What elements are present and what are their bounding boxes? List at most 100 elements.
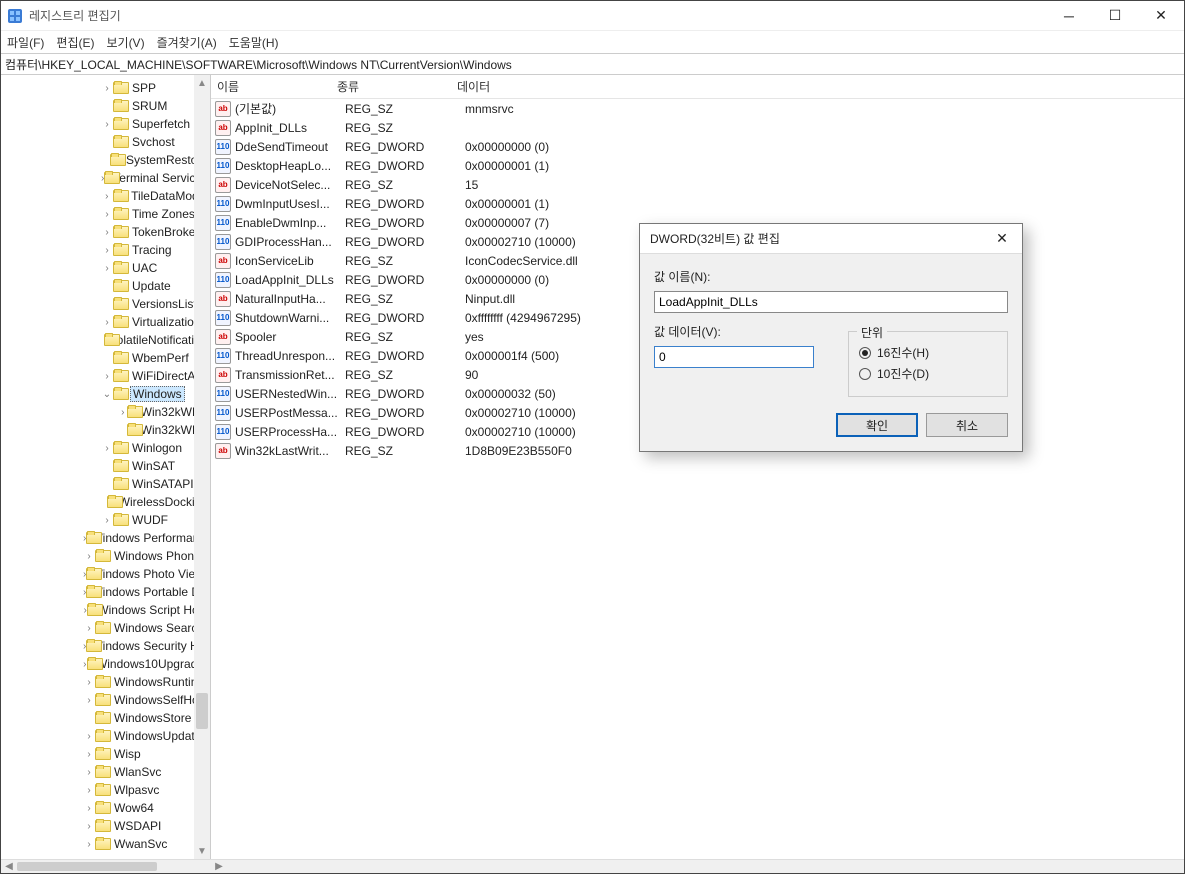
value-row[interactable]: abAppInit_DLLsREG_SZ [211, 118, 1184, 137]
header-type[interactable]: 종류 [331, 78, 451, 95]
tree-panel[interactable]: ›SPP›SRUM›Superfetch›Svchost›SystemResto… [1, 75, 211, 859]
chevron-right-icon[interactable]: › [83, 677, 95, 688]
tree-item[interactable]: ›UAC [1, 259, 210, 277]
chevron-right-icon[interactable]: › [101, 263, 113, 274]
chevron-right-icon[interactable]: › [101, 209, 113, 220]
chevron-right-icon[interactable]: › [101, 515, 113, 526]
dialog-close-button[interactable]: ✕ [982, 224, 1022, 254]
tree-item[interactable]: ›WinSATAPI [1, 475, 210, 493]
radio-hex[interactable]: 16진수(H) [859, 344, 997, 361]
chevron-right-icon[interactable]: › [83, 623, 95, 634]
menu-file[interactable]: 파일(F) [7, 34, 44, 51]
tree-item[interactable]: ›SystemRestore [1, 151, 210, 169]
maximize-button[interactable]: ☐ [1092, 1, 1138, 31]
tree-item[interactable]: ›Superfetch [1, 115, 210, 133]
tree-item[interactable]: ›WindowsStore [1, 709, 210, 727]
chevron-right-icon[interactable]: › [83, 785, 95, 796]
tree-item[interactable]: ›Windows10Upgrader [1, 655, 210, 673]
tree-item[interactable]: ›Windows Security Health [1, 637, 210, 655]
tree-item[interactable]: ›WlanSvc [1, 763, 210, 781]
value-row[interactable]: 110DwmInputUsesI...REG_DWORD0x00000001 (… [211, 194, 1184, 213]
tree-item[interactable]: ›Terminal Services [1, 169, 210, 187]
tree-item[interactable]: ›Windows Performance Toolkit [1, 529, 210, 547]
scroll-thumb[interactable] [196, 693, 208, 729]
tree-item[interactable]: ›WinSAT [1, 457, 210, 475]
tree-item[interactable]: ›Winlogon [1, 439, 210, 457]
chevron-right-icon[interactable]: › [101, 245, 113, 256]
scroll-right-icon[interactable]: ▶ [211, 860, 227, 873]
close-button[interactable]: ✕ [1138, 1, 1184, 31]
chevron-right-icon[interactable]: › [101, 317, 113, 328]
tree-item[interactable]: ›WSDAPI [1, 817, 210, 835]
ok-button[interactable]: 확인 [836, 413, 918, 437]
chevron-right-icon[interactable]: › [101, 227, 113, 238]
radio-dec[interactable]: 10진수(D) [859, 365, 997, 382]
chevron-right-icon[interactable]: › [83, 821, 95, 832]
menu-view[interactable]: 보기(V) [106, 34, 144, 51]
tree-item[interactable]: ›VolatileNotifications [1, 331, 210, 349]
chevron-right-icon[interactable]: › [83, 767, 95, 778]
tree-scrollbar[interactable]: ▲ ▼ [194, 75, 210, 859]
value-name-input[interactable] [654, 291, 1008, 313]
tree-item[interactable]: ›WindowsUpdate [1, 727, 210, 745]
chevron-right-icon[interactable]: › [83, 695, 95, 706]
chevron-right-icon[interactable]: › [83, 551, 95, 562]
tree-item[interactable]: ›Virtualization [1, 313, 210, 331]
tree-item[interactable]: ›Update [1, 277, 210, 295]
chevron-right-icon[interactable]: › [119, 407, 127, 418]
chevron-right-icon[interactable]: › [83, 749, 95, 760]
tree-item[interactable]: ›Tracing [1, 241, 210, 259]
list-panel[interactable]: 이름 종류 데이터 ab(기본값)REG_SZmnmsrvcabAppInit_… [211, 75, 1184, 859]
chevron-right-icon[interactable]: › [101, 119, 113, 130]
tree-item[interactable]: ›Windows Portable Devices [1, 583, 210, 601]
tree-item[interactable]: ›WwanSvc [1, 835, 210, 853]
scroll-left-icon[interactable]: ◀ [1, 860, 17, 873]
cancel-button[interactable]: 취소 [926, 413, 1008, 437]
tree-item[interactable]: ›Windows Script Host [1, 601, 210, 619]
minimize-button[interactable]: ─ [1046, 1, 1092, 31]
value-row[interactable]: 110DdeSendTimeoutREG_DWORD0x00000000 (0) [211, 137, 1184, 156]
value-row[interactable]: abDeviceNotSelec...REG_SZ15 [211, 175, 1184, 194]
horizontal-scrollbar[interactable]: ◀ ▶ [1, 859, 1184, 873]
hscroll-thumb[interactable] [17, 862, 157, 871]
tree-item[interactable]: ›VersionsList [1, 295, 210, 313]
menu-help[interactable]: 도움말(H) [229, 34, 279, 51]
scroll-up-icon[interactable]: ▲ [194, 75, 210, 91]
tree-item[interactable]: ›Time Zones [1, 205, 210, 223]
tree-item[interactable]: ›WindowsSelfHost [1, 691, 210, 709]
tree-item[interactable]: ›WiFiDirectAPI [1, 367, 210, 385]
tree-item[interactable]: ›Svchost [1, 133, 210, 151]
value-data-input[interactable] [654, 346, 814, 368]
chevron-right-icon[interactable]: › [101, 443, 113, 454]
value-row[interactable]: 110DesktopHeapLo...REG_DWORD0x00000001 (… [211, 156, 1184, 175]
tree-item[interactable]: ›Windows Photo Viewer [1, 565, 210, 583]
tree-item[interactable]: ›WindowsRuntime [1, 673, 210, 691]
scroll-down-icon[interactable]: ▼ [194, 843, 210, 859]
tree-item[interactable]: ›Wisp [1, 745, 210, 763]
tree-item[interactable]: ›WbemPerf [1, 349, 210, 367]
chevron-right-icon[interactable]: › [101, 371, 113, 382]
chevron-right-icon[interactable]: › [101, 191, 113, 202]
tree-item[interactable]: ⌄Windows [1, 385, 210, 403]
chevron-right-icon[interactable]: › [83, 803, 95, 814]
chevron-down-icon[interactable]: ⌄ [101, 389, 113, 400]
value-row[interactable]: ab(기본값)REG_SZmnmsrvc [211, 99, 1184, 118]
dialog-title-bar[interactable]: DWORD(32비트) 값 편집 ✕ [640, 224, 1022, 254]
tree-item[interactable]: ›Win32kWPP [1, 421, 210, 439]
tree-item[interactable]: ›TileDataModel [1, 187, 210, 205]
chevron-right-icon[interactable]: › [83, 731, 95, 742]
tree-item[interactable]: ›WirelessDocking [1, 493, 210, 511]
tree-item[interactable]: ›Win32kWPP [1, 403, 210, 421]
tree-item[interactable]: ›SRUM [1, 97, 210, 115]
tree-item[interactable]: ›WUDF [1, 511, 210, 529]
menu-edit[interactable]: 편집(E) [56, 34, 94, 51]
tree-item[interactable]: ›Wow64 [1, 799, 210, 817]
tree-item[interactable]: ›SPP [1, 79, 210, 97]
chevron-right-icon[interactable]: › [101, 83, 113, 94]
tree-item[interactable]: ›Windows Search [1, 619, 210, 637]
tree-item[interactable]: ›Wlpasvc [1, 781, 210, 799]
header-data[interactable]: 데이터 [451, 78, 1184, 95]
menu-favorites[interactable]: 즐겨찾기(A) [157, 34, 217, 51]
header-name[interactable]: 이름 [211, 78, 331, 95]
tree-item[interactable]: ›Windows Phone [1, 547, 210, 565]
